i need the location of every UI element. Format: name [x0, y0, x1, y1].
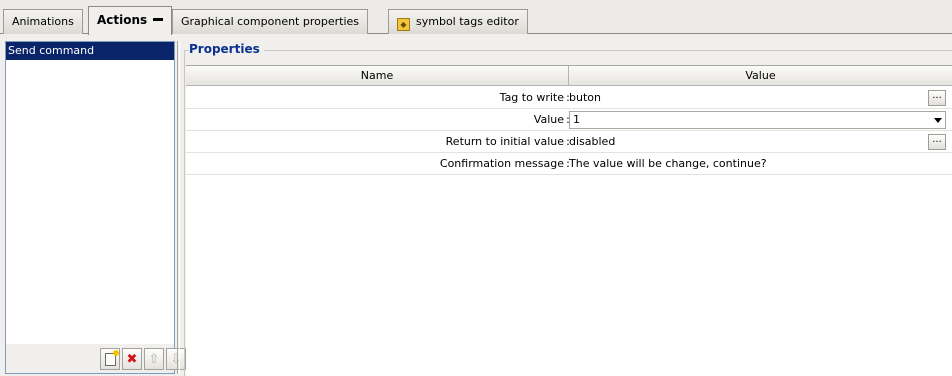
move-down-button[interactable]: ⇩ [166, 348, 186, 370]
actions-list[interactable]: Send command [5, 41, 175, 374]
combo-value: 1 [573, 113, 580, 126]
grid-header: Name Value [186, 66, 952, 86]
tab-label: symbol tags editor [416, 15, 519, 28]
table-row[interactable]: Confirmation message : The value will be… [186, 153, 952, 175]
tab-label: Graphical component properties [181, 15, 359, 28]
property-value[interactable]: disabled [569, 131, 929, 153]
table-row[interactable]: Return to initial value : disabled ... [186, 131, 952, 153]
new-action-button[interactable] [100, 348, 120, 370]
tab-label: Actions [97, 13, 148, 27]
tag-icon: ◆ [397, 18, 410, 31]
chevron-down-icon[interactable] [934, 118, 942, 123]
tab-graphical-component-properties[interactable]: Graphical component properties [172, 9, 368, 34]
edit-return-value-button[interactable]: ... [928, 134, 946, 150]
delete-action-button[interactable]: ✖ [122, 348, 142, 370]
tab-bar: Animations Actions Graphical component p… [0, 0, 952, 35]
group-border [184, 50, 952, 51]
arrow-up-icon: ⇧ [148, 351, 160, 367]
property-name: Confirmation message [439, 157, 564, 170]
property-value[interactable]: buton [569, 87, 929, 109]
list-item[interactable]: Send command [6, 42, 174, 60]
property-name: Return to initial value [445, 135, 564, 148]
list-item-label: Send command [8, 44, 95, 57]
properties-group-title: Properties [189, 42, 264, 56]
tab-animations[interactable]: Animations [3, 9, 83, 34]
minimize-icon[interactable] [153, 18, 164, 21]
group-border-left [184, 50, 185, 376]
browse-tag-button[interactable]: ... [928, 90, 946, 106]
delete-x-icon: ✖ [126, 351, 138, 367]
tab-symbol-tags-editor[interactable]: ◆ symbol tags editor [388, 9, 528, 34]
new-document-icon [104, 349, 119, 366]
actions-toolbar: ✖ ⇧ ⇩ [5, 344, 186, 374]
property-name: Tag to write [499, 91, 564, 104]
tab-actions[interactable]: Actions [88, 6, 173, 35]
column-header-value[interactable]: Value [569, 66, 952, 86]
table-row[interactable]: Value : 1 [186, 109, 952, 131]
table-row[interactable]: Tag to write : buton ... [186, 87, 952, 109]
tab-label: Animations [12, 15, 74, 28]
move-up-button[interactable]: ⇧ [144, 348, 164, 370]
properties-grid: Name Value Tag to write : buton ... Valu… [186, 65, 952, 376]
splitter[interactable] [177, 41, 180, 374]
property-name: Value [533, 113, 564, 126]
property-value[interactable]: The value will be change, continue? [569, 153, 929, 175]
column-header-name[interactable]: Name [186, 66, 569, 86]
value-combobox[interactable]: 1 [569, 111, 946, 129]
